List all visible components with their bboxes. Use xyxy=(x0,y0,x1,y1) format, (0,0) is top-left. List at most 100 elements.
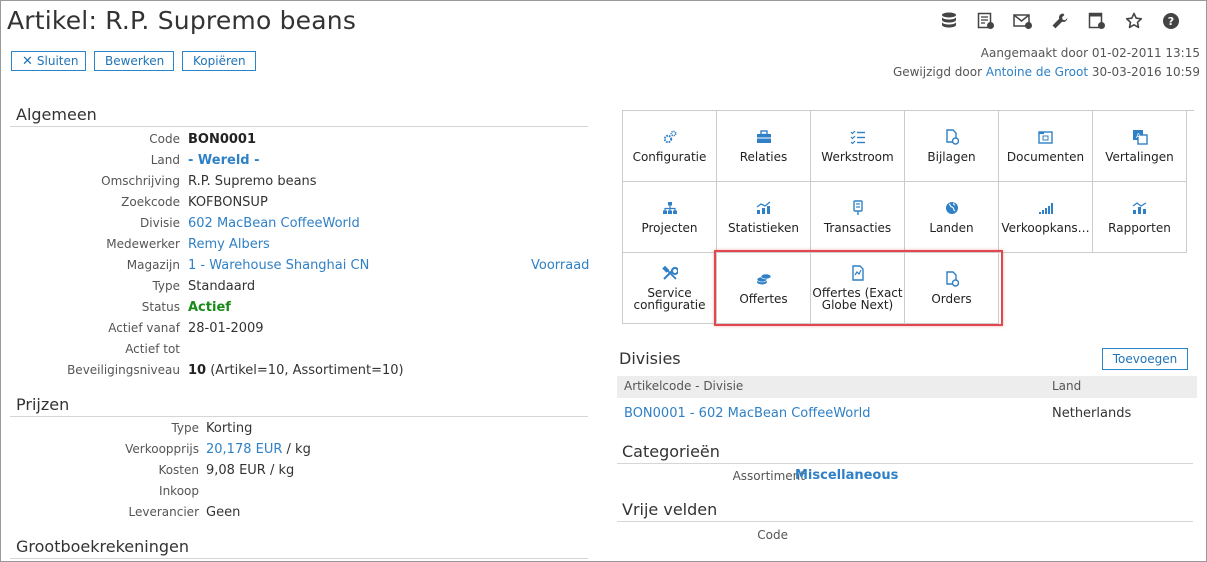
warehouse-link[interactable]: 1 - Warehouse Shanghai CN xyxy=(188,258,369,273)
field-label: Kosten xyxy=(158,463,199,477)
section-ledger-heading: Grootboekrekeningen xyxy=(16,537,190,556)
action-tile-grid: Configuratie Relaties Werkstroom Bijlage… xyxy=(622,110,1194,324)
coins-icon xyxy=(756,271,772,287)
tile-projecten[interactable]: Projecten xyxy=(623,182,717,253)
translations-icon: A xyxy=(1132,129,1148,145)
field-label: Zoekcode xyxy=(121,195,180,209)
assortment-link[interactable]: Miscellaneous xyxy=(795,468,898,483)
tile-vertalingen[interactable]: A Vertalingen xyxy=(1093,111,1187,182)
tile-rapporten[interactable]: Rapporten xyxy=(1093,182,1187,253)
edit-button[interactable]: Bewerken xyxy=(94,51,174,71)
help-icon[interactable]: ? xyxy=(1152,10,1189,32)
search-code-value: KOFBONSUP xyxy=(188,195,268,210)
tile-bijlagen[interactable]: Bijlagen xyxy=(905,111,999,182)
quote-doc-icon xyxy=(851,265,864,281)
tile-label: Service configuratie xyxy=(633,286,706,312)
field-active-to: Actief tot xyxy=(0,342,600,362)
tile-label: Offertes (Exact Globe Next) xyxy=(812,286,903,312)
column-header-land[interactable]: Land xyxy=(1052,379,1081,393)
hierarchy-icon xyxy=(662,200,678,216)
close-button[interactable]: ✕ Sluiten xyxy=(11,51,86,71)
copy-button-label: Kopiëren xyxy=(193,54,246,68)
tile-landen[interactable]: Landen xyxy=(905,182,999,253)
tile-verkoopkansen[interactable]: Verkoopkans… xyxy=(999,182,1093,253)
tile-label: Rapporten xyxy=(1108,221,1171,235)
cost-value: 9,08 EUR / kg xyxy=(206,463,295,478)
field-label: Beveiligingsniveau xyxy=(67,363,180,377)
field-land: Land - Wereld - xyxy=(0,153,600,173)
security-level-detail: (Artikel=10, Assortiment=10) xyxy=(206,363,404,378)
division-row-link[interactable]: BON0001 - 602 MacBean CoffeeWorld xyxy=(624,406,870,421)
field-type: Type Standaard xyxy=(0,279,600,299)
tile-label: Landen xyxy=(929,221,974,235)
tile-configuratie[interactable]: Configuratie xyxy=(623,111,717,182)
field-label: Actief tot xyxy=(125,342,180,356)
modified-date: 30-03-2016 10:59 xyxy=(1091,65,1200,79)
tile-label: Offertes xyxy=(739,292,788,306)
active-from-value: 28-01-2009 xyxy=(188,321,264,336)
divider xyxy=(617,463,1193,464)
reports-icon xyxy=(1132,200,1148,216)
svg-text:A: A xyxy=(1136,132,1141,140)
star-icon[interactable] xyxy=(1115,10,1152,32)
tile-offertes-exact-globe[interactable]: Offertes (Exact Globe Next) xyxy=(811,253,905,324)
land-link[interactable]: - Wereld - xyxy=(188,153,260,168)
division-row-land: Netherlands xyxy=(1052,406,1132,421)
field-code: Code BON0001 xyxy=(0,132,600,152)
wrench-icon[interactable] xyxy=(1041,10,1078,32)
tile-orders[interactable]: Orders xyxy=(905,253,999,324)
tile-label: Relaties xyxy=(739,150,788,164)
sale-price-unit: / kg xyxy=(282,442,311,457)
copy-button[interactable]: Kopiëren xyxy=(182,51,256,71)
tile-label: Documenten xyxy=(1006,150,1085,164)
email-icon[interactable] xyxy=(1004,10,1041,32)
settings-doc-icon[interactable] xyxy=(1078,10,1115,32)
field-purchase: Inkoop xyxy=(0,484,600,504)
statistics-icon xyxy=(756,200,772,216)
section-categories-heading: Categorieën xyxy=(622,442,720,461)
field-label: Magazijn xyxy=(126,258,180,272)
add-division-button[interactable]: Toevoegen xyxy=(1102,348,1188,370)
field-search-code: Zoekcode KOFBONSUP xyxy=(0,195,600,215)
tile-label: Transacties xyxy=(823,221,892,235)
tile-werkstroom[interactable]: Werkstroom xyxy=(811,111,905,182)
close-button-label: Sluiten xyxy=(36,54,79,68)
field-label: Medewerker xyxy=(106,237,180,251)
section-free-fields-heading: Vrije velden xyxy=(622,500,718,519)
section-general-heading: Algemeen xyxy=(16,105,97,124)
field-label: Divisie xyxy=(140,216,180,230)
field-label: Status xyxy=(141,300,180,314)
divider xyxy=(10,558,588,559)
modified-label: Gewijzigd door xyxy=(892,65,983,79)
column-header-code[interactable]: Artikelcode - Divisie xyxy=(624,379,743,393)
field-free-code: Code xyxy=(617,527,1197,547)
page-title: Artikel: R.P. Supremo beans xyxy=(7,6,357,35)
tile-documenten[interactable]: Documenten xyxy=(999,111,1093,182)
report-icon[interactable] xyxy=(967,10,1004,32)
database-icon[interactable] xyxy=(930,10,967,32)
tile-statistieken[interactable]: Statistieken xyxy=(717,182,811,253)
tile-relaties[interactable]: Relaties xyxy=(717,111,811,182)
description-value: R.P. Supremo beans xyxy=(188,174,317,189)
employee-link[interactable]: Remy Albers xyxy=(188,237,270,252)
divider xyxy=(10,126,588,127)
tile-label: Vertalingen xyxy=(1105,150,1174,164)
field-price-type: Type Korting xyxy=(0,421,600,441)
division-link[interactable]: 602 MacBean CoffeeWorld xyxy=(188,216,360,231)
field-label: Type xyxy=(171,421,199,435)
sale-price-link[interactable]: 20,178 EUR xyxy=(206,442,282,457)
transactions-icon xyxy=(852,200,864,216)
tile-transacties[interactable]: Transacties xyxy=(811,182,905,253)
attachment-icon xyxy=(945,129,959,145)
tile-offertes[interactable]: Offertes xyxy=(717,253,811,324)
type-value: Standaard xyxy=(188,279,256,294)
record-meta: Aangemaakt door 01-02-2011 13:15 Gewijzi… xyxy=(893,44,1200,82)
field-label: Actief vanaf xyxy=(108,321,180,335)
modified-by-link[interactable]: Antoine de Groot xyxy=(986,65,1088,79)
status-badge: Actief xyxy=(188,300,231,315)
field-label: Leverancier xyxy=(128,505,199,519)
tile-empty-space xyxy=(999,253,1195,324)
stock-link[interactable]: Voorraad xyxy=(531,258,589,273)
tile-service-configuratie[interactable]: Service configuratie xyxy=(623,253,717,324)
gears-icon xyxy=(663,129,677,145)
